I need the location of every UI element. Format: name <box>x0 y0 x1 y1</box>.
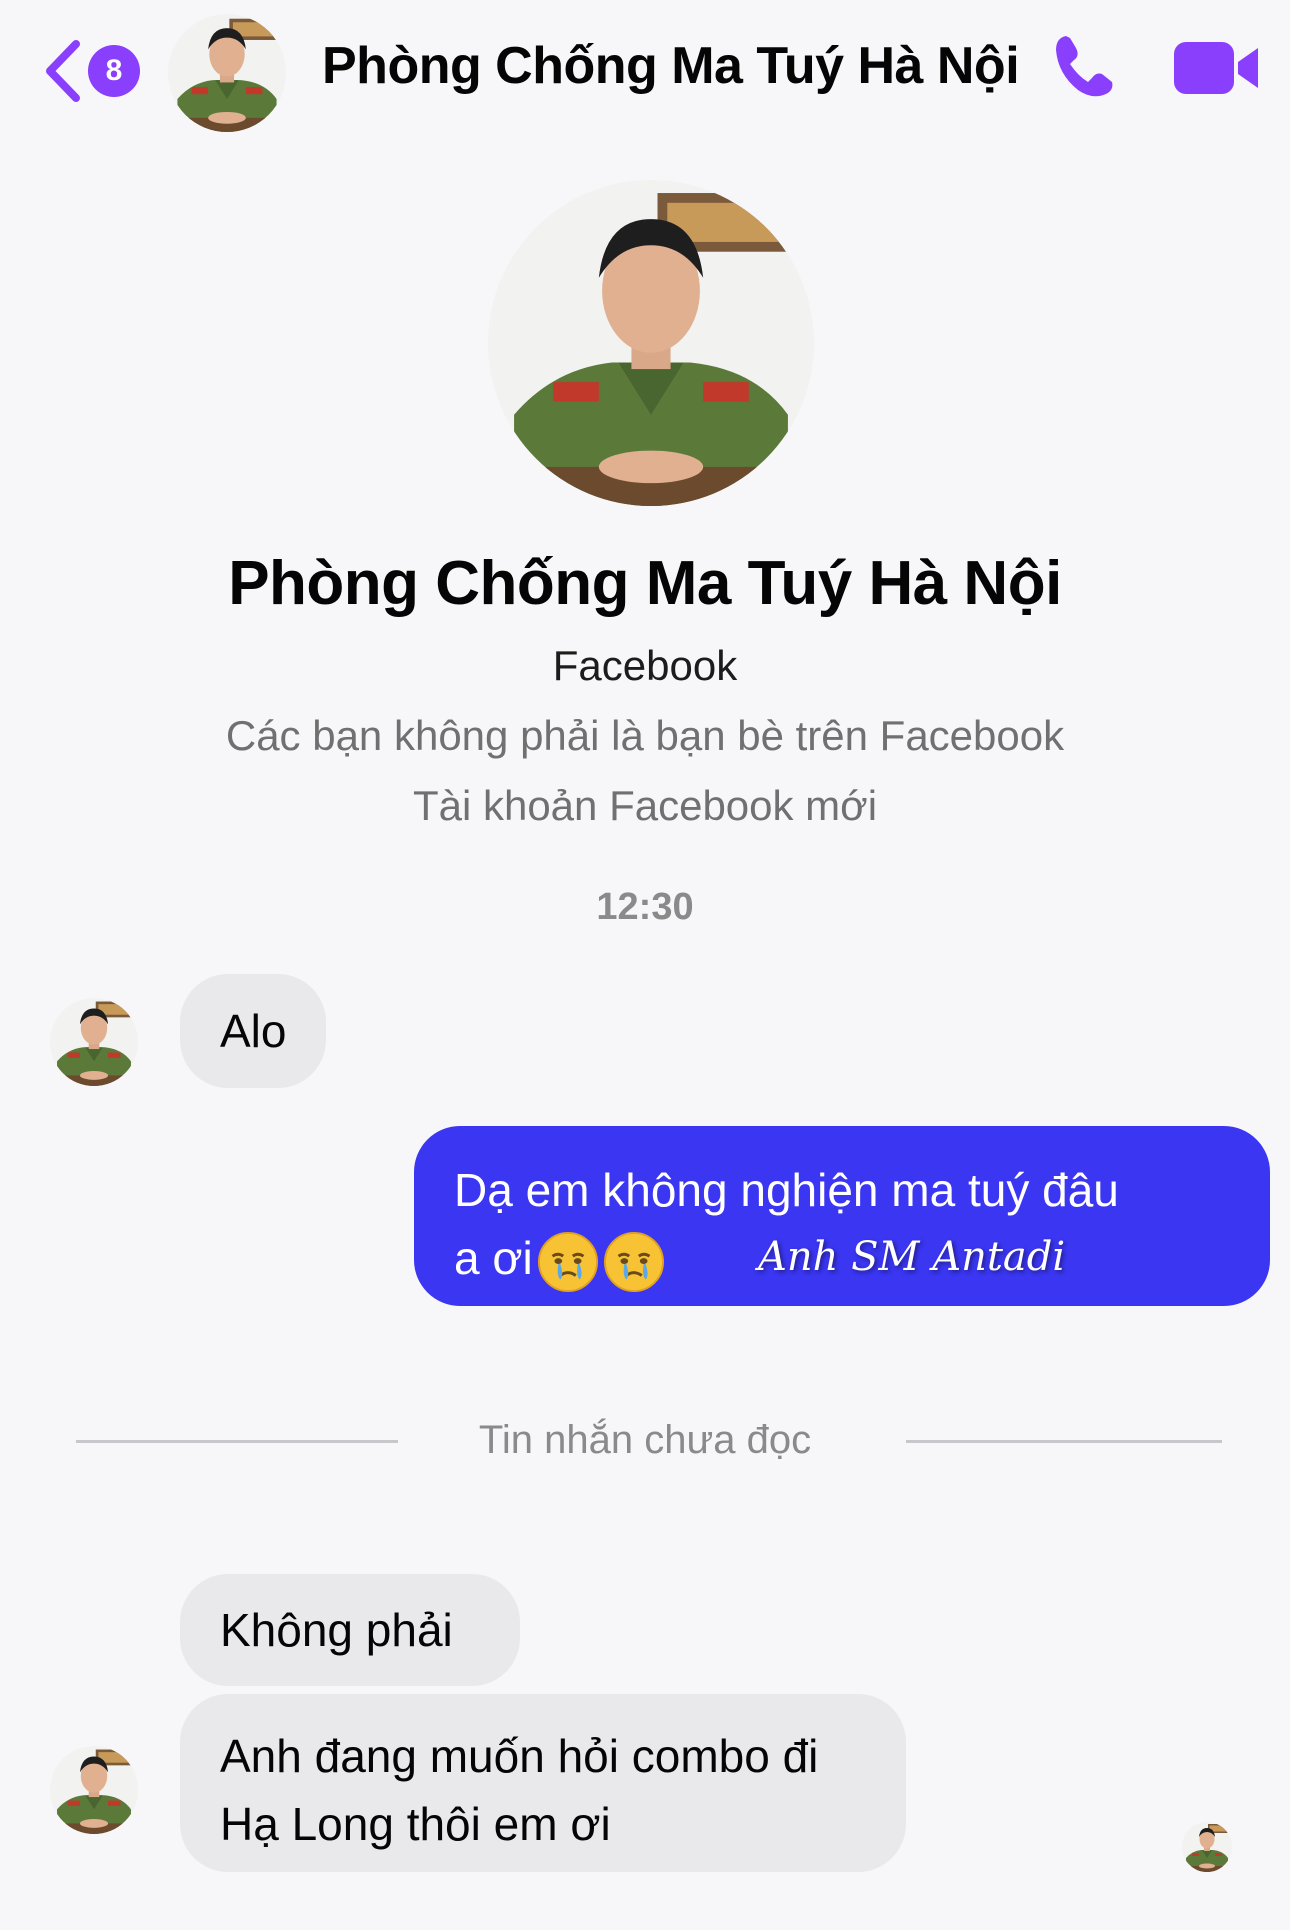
face-holding-back-tears-icon <box>537 1231 599 1293</box>
incoming-message-bubble[interactable]: Không phải <box>180 1574 520 1686</box>
seen-receipt-avatar <box>1182 1822 1232 1872</box>
profile-avatar[interactable] <box>488 180 814 506</box>
phone-icon[interactable] <box>1048 30 1120 102</box>
message-text: Không phải <box>220 1604 453 1656</box>
back-button[interactable]: 8 <box>40 36 140 106</box>
message-text-line-1: Anh đang muốn hỏi combo đi <box>220 1730 819 1782</box>
contact-avatar[interactable] <box>168 14 286 132</box>
unread-count-badge: 8 <box>88 45 140 97</box>
video-camera-icon[interactable] <box>1172 38 1262 98</box>
chevron-left-icon <box>46 40 80 102</box>
profile-name: Phòng Chống Ma Tuý Hà Nội <box>228 549 1062 618</box>
watermark-text: Anh SM Antadi <box>758 1234 1066 1280</box>
message-timestamp: 12:30 <box>596 886 694 928</box>
profile-platform: Facebook <box>552 642 738 689</box>
new-account-text: Tài khoản Facebook mới <box>412 782 878 829</box>
message-text-line-2: Hạ Long thôi em ơi <box>220 1798 611 1850</box>
not-friends-text: Các bạn không phải là bạn bè trên Facebo… <box>225 712 1065 759</box>
message-text: Alo <box>220 1005 287 1057</box>
contact-name[interactable]: Phòng Chống Ma Tuý Hà Nội <box>322 36 1020 96</box>
message-text-line-2: a ơi <box>454 1232 533 1284</box>
face-holding-back-tears-icon <box>603 1231 665 1293</box>
divider-line-right <box>906 1440 1222 1443</box>
incoming-message-bubble[interactable]: Anh đang muốn hỏi combo đi Hạ Long thôi … <box>180 1694 906 1872</box>
message-text-line-1: Dạ em không nghiện ma tuý đâu <box>454 1164 1119 1216</box>
chat-header: 8 Phòng Chống Ma Tuý Hà Nội <box>0 0 1290 150</box>
sender-avatar[interactable] <box>50 1746 138 1834</box>
incoming-message-bubble[interactable]: Alo <box>180 974 327 1088</box>
sender-avatar[interactable] <box>50 998 138 1086</box>
